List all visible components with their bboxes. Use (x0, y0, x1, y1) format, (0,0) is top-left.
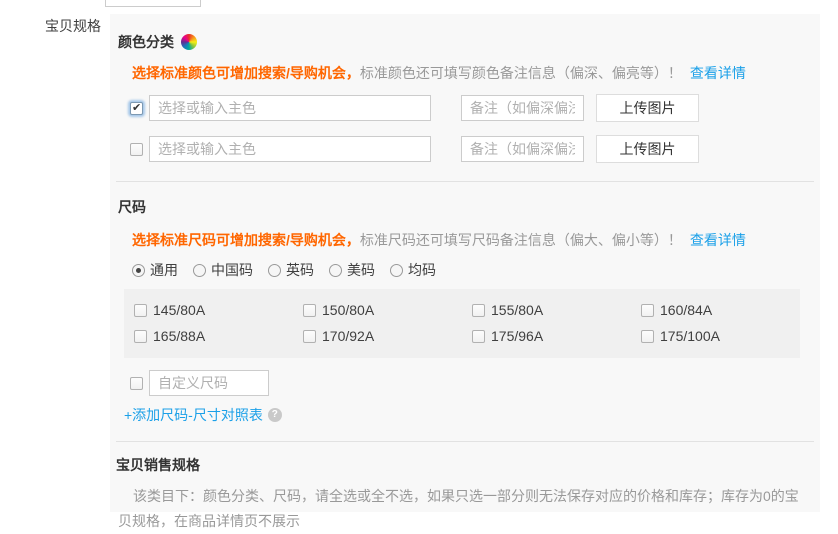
size-tip-rest: 标准尺码还可填写尺码备注信息（偏大、偏小等）！ (360, 232, 682, 248)
radio-label: 通用 (150, 260, 178, 280)
add-size-row: +添加尺码-尺寸对照表 ? (124, 405, 820, 425)
size-option-2[interactable]: 155/80A (472, 302, 631, 318)
size-grid-row-1: 145/80A 150/80A 155/80A 160/84A (124, 297, 800, 323)
custom-size-checkbox[interactable] (130, 377, 143, 390)
radio-icon[interactable] (132, 264, 145, 277)
size-grid-row-2: 165/88A 170/92A 175/96A 175/100A (124, 323, 800, 349)
color-row-1-note-input[interactable] (461, 95, 584, 121)
size-checkbox[interactable] (134, 304, 147, 317)
radio-icon[interactable] (390, 264, 403, 277)
size-label: 175/96A (491, 328, 543, 344)
radio-standard-1[interactable]: 中国码 (193, 260, 253, 280)
color-tip-highlight: 选择标准颜色可增加搜索/导购机会， (132, 65, 360, 81)
size-option-5[interactable]: 170/92A (303, 328, 462, 344)
color-row-2-note-input[interactable] (461, 136, 584, 162)
size-label: 150/80A (322, 302, 374, 318)
color-row-2: 上传图片 (130, 135, 820, 163)
size-tip: 选择标准尺码可增加搜索/导购机会，标准尺码还可填写尺码备注信息（偏大、偏小等）！… (132, 232, 820, 248)
sales-section-title: 宝贝销售规格 (116, 455, 820, 475)
radio-icon[interactable] (329, 264, 342, 277)
size-label: 170/92A (322, 328, 374, 344)
size-section-heading: 尺码 (118, 198, 820, 216)
size-option-4[interactable]: 165/88A (134, 328, 293, 344)
size-label: 175/100A (660, 328, 720, 344)
size-section-title: 尺码 (118, 197, 146, 217)
color-tip: 选择标准颜色可增加搜索/导购机会，标准颜色还可填写颜色备注信息（偏深、偏亮等）！… (132, 65, 820, 81)
color-section-heading: 颜色分类 (118, 33, 820, 51)
size-view-details-link[interactable]: 查看详情 (690, 232, 746, 248)
color-section-title: 颜色分类 (118, 32, 174, 52)
size-label: 145/80A (153, 302, 205, 318)
size-option-3[interactable]: 160/84A (641, 302, 800, 318)
size-checkbox[interactable] (303, 330, 316, 343)
color-row-2-checkbox[interactable] (130, 143, 143, 156)
radio-standard-4[interactable]: 均码 (390, 260, 436, 280)
radio-icon[interactable] (268, 264, 281, 277)
section-divider (116, 441, 814, 442)
form-row-label: 宝贝规格 (45, 16, 101, 36)
radio-standard-2[interactable]: 英码 (268, 260, 314, 280)
custom-size-row (130, 370, 820, 396)
color-tip-rest: 标准颜色还可填写颜色备注信息（偏深、偏亮等）！ (360, 65, 682, 81)
color-view-details-link[interactable]: 查看详情 (690, 65, 746, 81)
size-checkbox[interactable] (303, 304, 316, 317)
size-label: 155/80A (491, 302, 543, 318)
spec-panel: 颜色分类 选择标准颜色可增加搜索/导购机会，标准颜色还可填写颜色备注信息（偏深、… (110, 14, 820, 512)
size-checkbox[interactable] (641, 304, 654, 317)
size-option-6[interactable]: 175/96A (472, 328, 631, 344)
sales-section-note: 该类目下：颜色分类、尺码，请全选或全不选，如果只选一部分则无法保存对应的价格和库… (118, 484, 810, 534)
radio-label: 中国码 (211, 260, 253, 280)
color-row-2-upload-button[interactable]: 上传图片 (596, 135, 699, 163)
size-option-0[interactable]: 145/80A (134, 302, 293, 318)
size-label: 165/88A (153, 328, 205, 344)
radio-icon[interactable] (193, 264, 206, 277)
add-size-chart-link[interactable]: +添加尺码-尺寸对照表 (124, 405, 263, 425)
color-row-1-main-input[interactable] (149, 95, 431, 121)
size-standard-radios: 通用 中国码 英码 美码 均码 (132, 260, 820, 280)
size-checkbox[interactable] (134, 330, 147, 343)
color-row-1-upload-button[interactable]: 上传图片 (596, 94, 699, 122)
question-icon[interactable]: ? (268, 408, 282, 422)
size-option-7[interactable]: 175/100A (641, 328, 800, 344)
size-label: 160/84A (660, 302, 712, 318)
color-row-2-main-input[interactable] (149, 136, 431, 162)
size-checkbox[interactable] (472, 304, 485, 317)
section-divider (116, 181, 814, 182)
radio-standard-3[interactable]: 美码 (329, 260, 375, 280)
radio-label: 美码 (347, 260, 375, 280)
size-option-1[interactable]: 150/80A (303, 302, 462, 318)
size-grid: 145/80A 150/80A 155/80A 160/84A 165/88A … (124, 289, 800, 358)
truncated-top-input[interactable] (105, 0, 201, 7)
size-checkbox[interactable] (641, 330, 654, 343)
size-checkbox[interactable] (472, 330, 485, 343)
custom-size-input[interactable] (149, 370, 269, 396)
color-row-1: 上传图片 (130, 94, 820, 122)
size-tip-highlight: 选择标准尺码可增加搜索/导购机会， (132, 232, 360, 248)
color-row-1-checkbox[interactable] (130, 102, 143, 115)
radio-label: 英码 (286, 260, 314, 280)
color-wheel-icon (181, 34, 197, 50)
radio-standard-0[interactable]: 通用 (132, 260, 178, 280)
radio-label: 均码 (408, 260, 436, 280)
